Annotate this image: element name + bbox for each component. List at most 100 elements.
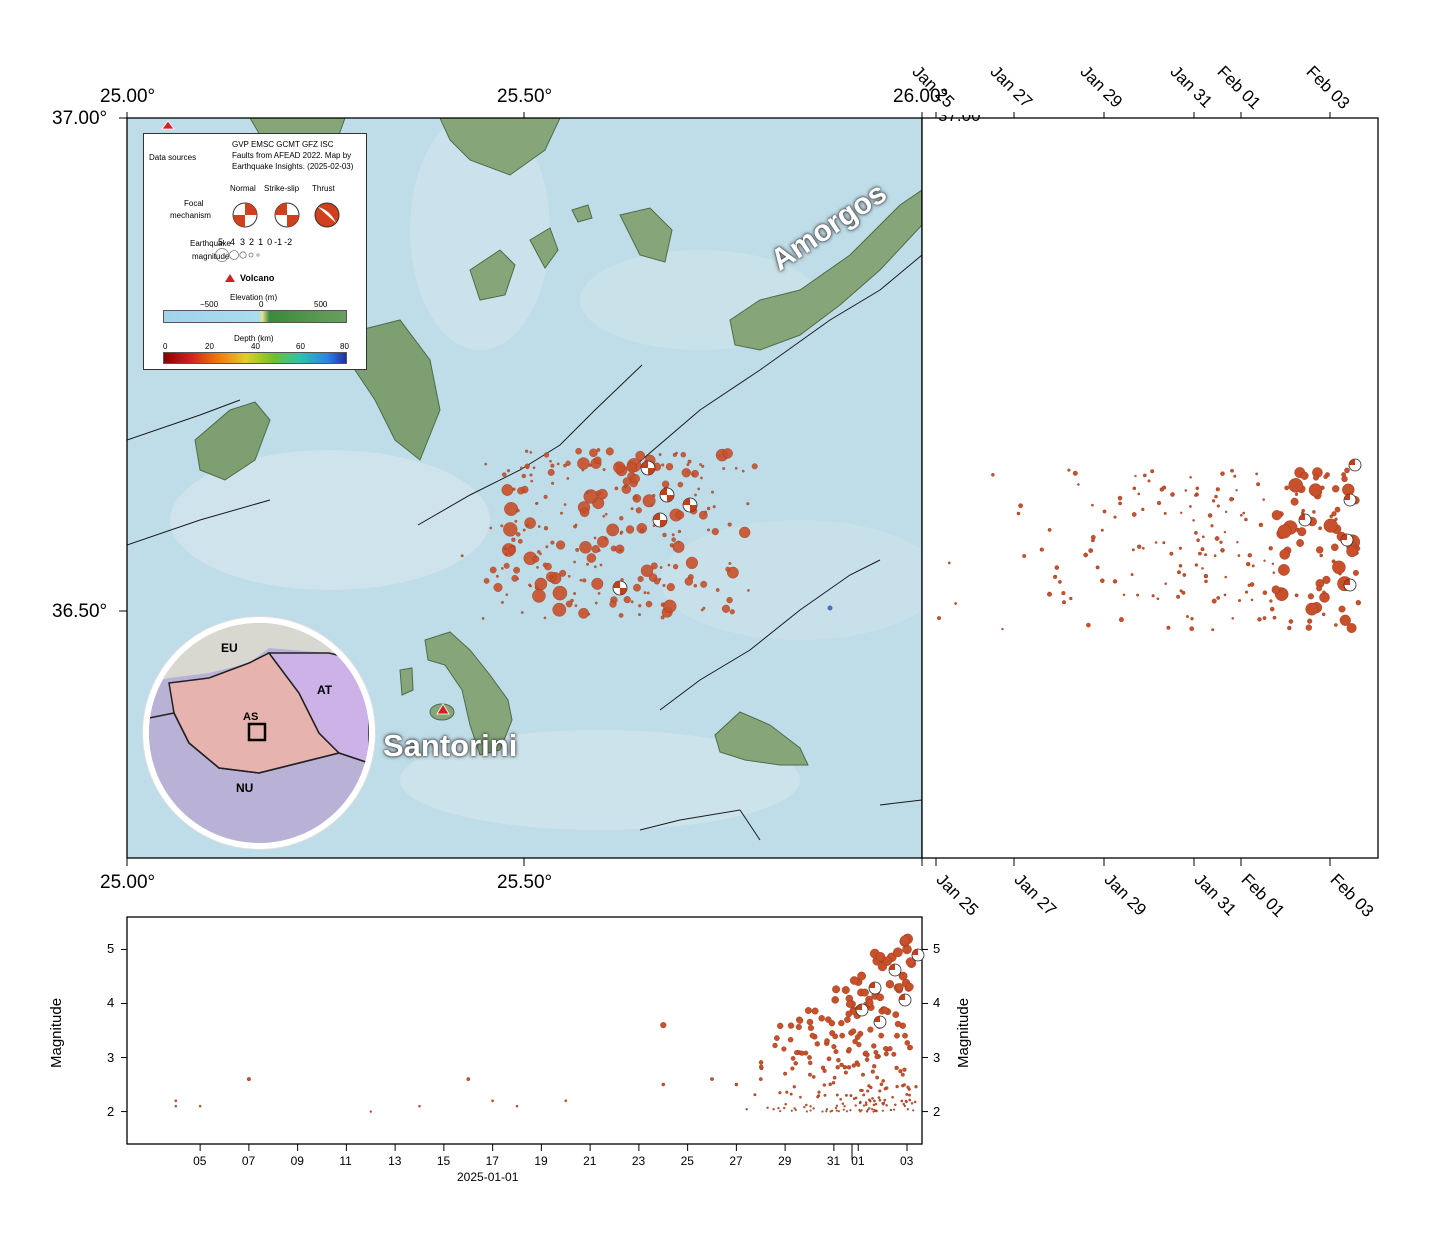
earthquake-dot [643, 591, 647, 595]
magnitude-point [774, 1035, 780, 1041]
earthquake-dot [543, 616, 547, 620]
magnitude-point [889, 1109, 893, 1112]
earthquake-dot [1117, 495, 1123, 501]
magnitude-point [829, 1030, 836, 1037]
earthquake-dot [1305, 602, 1319, 616]
earthquake-dot [503, 522, 518, 537]
magnitude-point [872, 1110, 875, 1113]
earthquake-dot [715, 588, 720, 592]
earthquake-dot [1131, 512, 1137, 517]
earthquake-dot [532, 589, 546, 603]
earthquake-dot [1190, 617, 1194, 621]
magnitude-point [766, 1106, 769, 1109]
magnitude-point [842, 1108, 845, 1111]
earthquake-dot [1118, 617, 1124, 623]
earthquake-dot [549, 575, 553, 579]
earthquake-dot [1279, 549, 1290, 560]
earthquake-dot [604, 512, 608, 516]
magnitude-point [832, 1075, 837, 1080]
earthquake-dot [1225, 510, 1228, 514]
earthquake-dot [1053, 574, 1058, 579]
earthquake-dot [1319, 553, 1323, 558]
earthquake-dot [623, 596, 631, 604]
earthquake-dot [685, 556, 698, 569]
earthquake-dot [483, 578, 490, 584]
mag-xtick: 23 [631, 1154, 646, 1168]
earthquake-dot [1170, 492, 1175, 497]
mag-xtick: 31 [826, 1154, 841, 1168]
magnitude-point [905, 982, 914, 991]
earthquake-dot [646, 591, 650, 595]
earthquake-dot [1159, 487, 1164, 492]
plate-label-as: AS [243, 711, 259, 723]
magnitude-point [808, 1072, 812, 1077]
magnitude-point [872, 1103, 876, 1107]
earthquake-dot [1195, 486, 1200, 491]
earthquake-dot [1192, 519, 1195, 522]
magnitude-point [871, 1043, 877, 1049]
mag-ylabel-left: Magnitude [48, 997, 65, 1068]
mag-x-sublabel: 2025-01-01 [457, 1170, 519, 1184]
magnitude-point [804, 1007, 812, 1014]
magnitude-point [863, 1050, 869, 1056]
magnitude-point [913, 1100, 917, 1104]
magnitude-point [891, 1051, 897, 1057]
earthquake-dot [1200, 547, 1205, 552]
magnitude-point [835, 1109, 838, 1112]
magnitude-point [814, 1041, 820, 1047]
legend-depth-tick-3: 40 [251, 342, 260, 351]
magnitude-point [910, 1102, 914, 1105]
earthquake-dot [947, 561, 951, 565]
magnitude-point [783, 1106, 786, 1110]
earthquake-dot [1331, 559, 1336, 564]
earthquake-dot [595, 490, 601, 496]
magnitude-point [491, 1099, 494, 1103]
earthquake-dot [633, 495, 638, 500]
earthquake-dot [1194, 563, 1199, 567]
earthquake-dot [1047, 591, 1052, 597]
earthquake-dot [1047, 528, 1052, 532]
earthquake-dot [1307, 618, 1313, 624]
earthquake-dot [550, 540, 555, 545]
magnitude-point [831, 1109, 834, 1112]
magnitude-point [789, 1092, 793, 1096]
magnitude-point [564, 1099, 568, 1103]
earthquake-dot [1244, 517, 1248, 522]
mag-xtick: 19 [534, 1154, 548, 1168]
earthquake-dot [700, 608, 704, 612]
earthquake-dot [1137, 544, 1142, 549]
earthquake-dot [586, 562, 590, 566]
magnitude-point [845, 1110, 848, 1113]
earthquake-dot [684, 577, 693, 586]
earthquake-dot [624, 485, 627, 489]
magnitude-point [758, 1060, 764, 1065]
magnitude-point [839, 1032, 846, 1039]
mag-ytick-right: 3 [933, 1049, 941, 1065]
earthquake-dot [1316, 585, 1323, 592]
earthquake-dot [1331, 543, 1339, 552]
earthquake-dot [586, 553, 597, 563]
earthquake-dot [1247, 583, 1251, 587]
earthquake-dot [1238, 599, 1242, 603]
earthquake-dot [1229, 496, 1234, 502]
earthquake-dot [1118, 501, 1122, 506]
magnitude-point [778, 1091, 782, 1095]
earthquake-dot [511, 537, 516, 542]
mag-xtick: 03 [900, 1154, 914, 1168]
earthquake-dot [532, 555, 540, 563]
magnitude-point [859, 1088, 863, 1092]
magnitude-point [883, 1098, 887, 1102]
earthquake-dot [528, 583, 532, 587]
earthquake-dot [618, 613, 624, 618]
magnitude-point [823, 1093, 827, 1097]
earthquake-dot [597, 549, 601, 552]
earthquake-dot [747, 589, 750, 592]
earthquake-dot [529, 451, 533, 454]
earthquake-dot [1112, 579, 1118, 584]
magnitude-point [198, 1104, 202, 1108]
earthquake-dot [1213, 554, 1217, 558]
earthquake-dot [1216, 504, 1220, 508]
earthquake-dot [591, 577, 604, 590]
earthquake-dot [666, 583, 675, 592]
earthquake-dot [1113, 515, 1117, 519]
